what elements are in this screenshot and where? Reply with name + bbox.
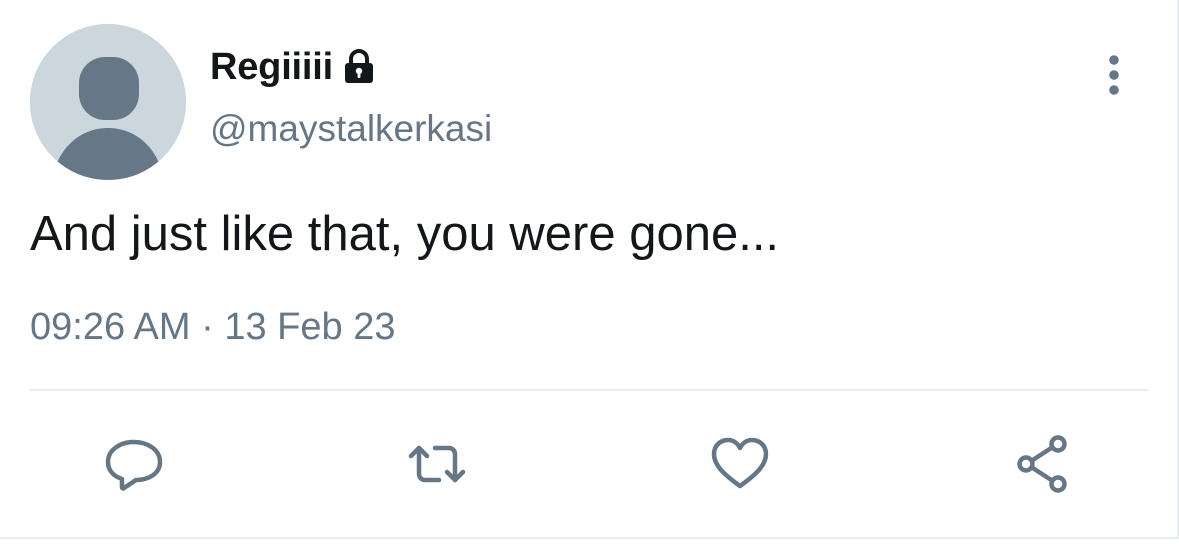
tweet-text: And just like that, you were gone... — [30, 207, 780, 261]
display-name[interactable]: Regiiiii — [210, 46, 333, 89]
display-name-row: Regiiiii — [210, 42, 375, 92]
tweet-timestamp: 09:26 AM · 13 Feb 23 — [30, 306, 395, 349]
timestamp-separator: · — [201, 306, 214, 348]
tweet-time: 09:26 AM — [30, 306, 191, 348]
tweet-date: 13 Feb 23 — [224, 306, 396, 348]
retweet-icon — [408, 445, 466, 483]
reply-bubble-icon — [105, 439, 163, 491]
bottom-border — [0, 537, 1179, 555]
lock-icon — [344, 49, 373, 83]
default-avatar-icon — [30, 24, 186, 180]
user-handle[interactable]: @maystalkerkasi — [210, 108, 492, 150]
divider — [30, 389, 1148, 391]
more-vertical-icon — [1109, 55, 1119, 95]
reply-button[interactable] — [102, 432, 166, 496]
share-icon — [1017, 435, 1067, 493]
more-options-button[interactable] — [1096, 52, 1132, 100]
avatar[interactable] — [30, 24, 186, 180]
retweet-button[interactable] — [405, 432, 469, 496]
tweet-card: Regiiiii @maystalkerkasi And just like t… — [0, 0, 1179, 555]
like-button[interactable] — [708, 432, 772, 496]
heart-icon — [711, 437, 769, 489]
share-button[interactable] — [1012, 432, 1076, 496]
